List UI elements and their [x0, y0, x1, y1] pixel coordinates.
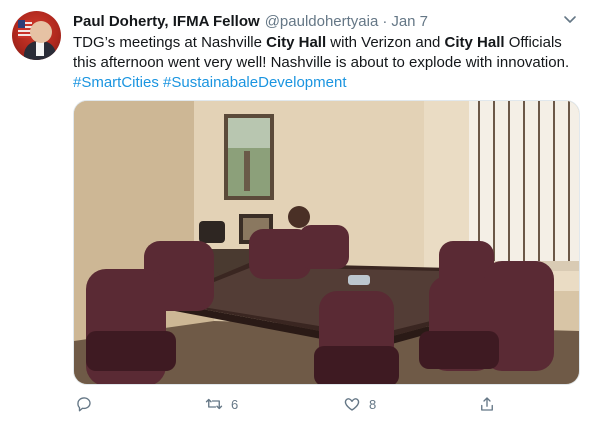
bold-term: City Hall: [266, 34, 327, 51]
retweet-button[interactable]: 6: [205, 395, 238, 413]
tweet-text: TDG’s meetings at Nashville City Hall wi…: [73, 33, 583, 93]
tweet-date[interactable]: Jan 7: [391, 13, 428, 30]
bold-term: City Hall: [444, 34, 505, 51]
heart-icon: [344, 398, 360, 411]
retweet-count: 6: [231, 396, 239, 412]
hashtag-link[interactable]: #SustainabaleDevelopment: [163, 74, 346, 91]
like-button[interactable]: 8: [343, 395, 376, 413]
tweet-header: Paul Doherty, IFMA Fellow @pauldohertyai…: [73, 11, 575, 31]
hashtag-link[interactable]: #SmartCities: [73, 74, 159, 91]
reply-icon: [77, 397, 91, 412]
avatar[interactable]: [12, 11, 61, 60]
tweet-text-segment: TDG’s meetings at Nashville: [73, 34, 267, 51]
face-graphic: [30, 21, 52, 43]
reply-button[interactable]: [75, 395, 101, 413]
photo-image: [74, 101, 579, 384]
shirt-graphic: [36, 42, 44, 56]
tweet-card[interactable]: Paul Doherty, IFMA Fellow @pauldohertyai…: [0, 0, 595, 426]
tweet-photo[interactable]: [73, 100, 580, 385]
separator-dot: ·: [382, 12, 388, 30]
tweet-actions: 6 8: [73, 393, 493, 419]
retweet-icon: [205, 398, 223, 410]
author-name[interactable]: Paul Doherty, IFMA Fellow: [73, 13, 260, 30]
chevron-down-icon[interactable]: [563, 12, 577, 26]
tweet-text-segment: with Verizon and: [326, 34, 445, 51]
like-count: 8: [369, 396, 377, 412]
author-handle[interactable]: @pauldohertyaia: [265, 13, 379, 30]
share-icon: [481, 397, 493, 411]
share-button[interactable]: [478, 395, 496, 413]
